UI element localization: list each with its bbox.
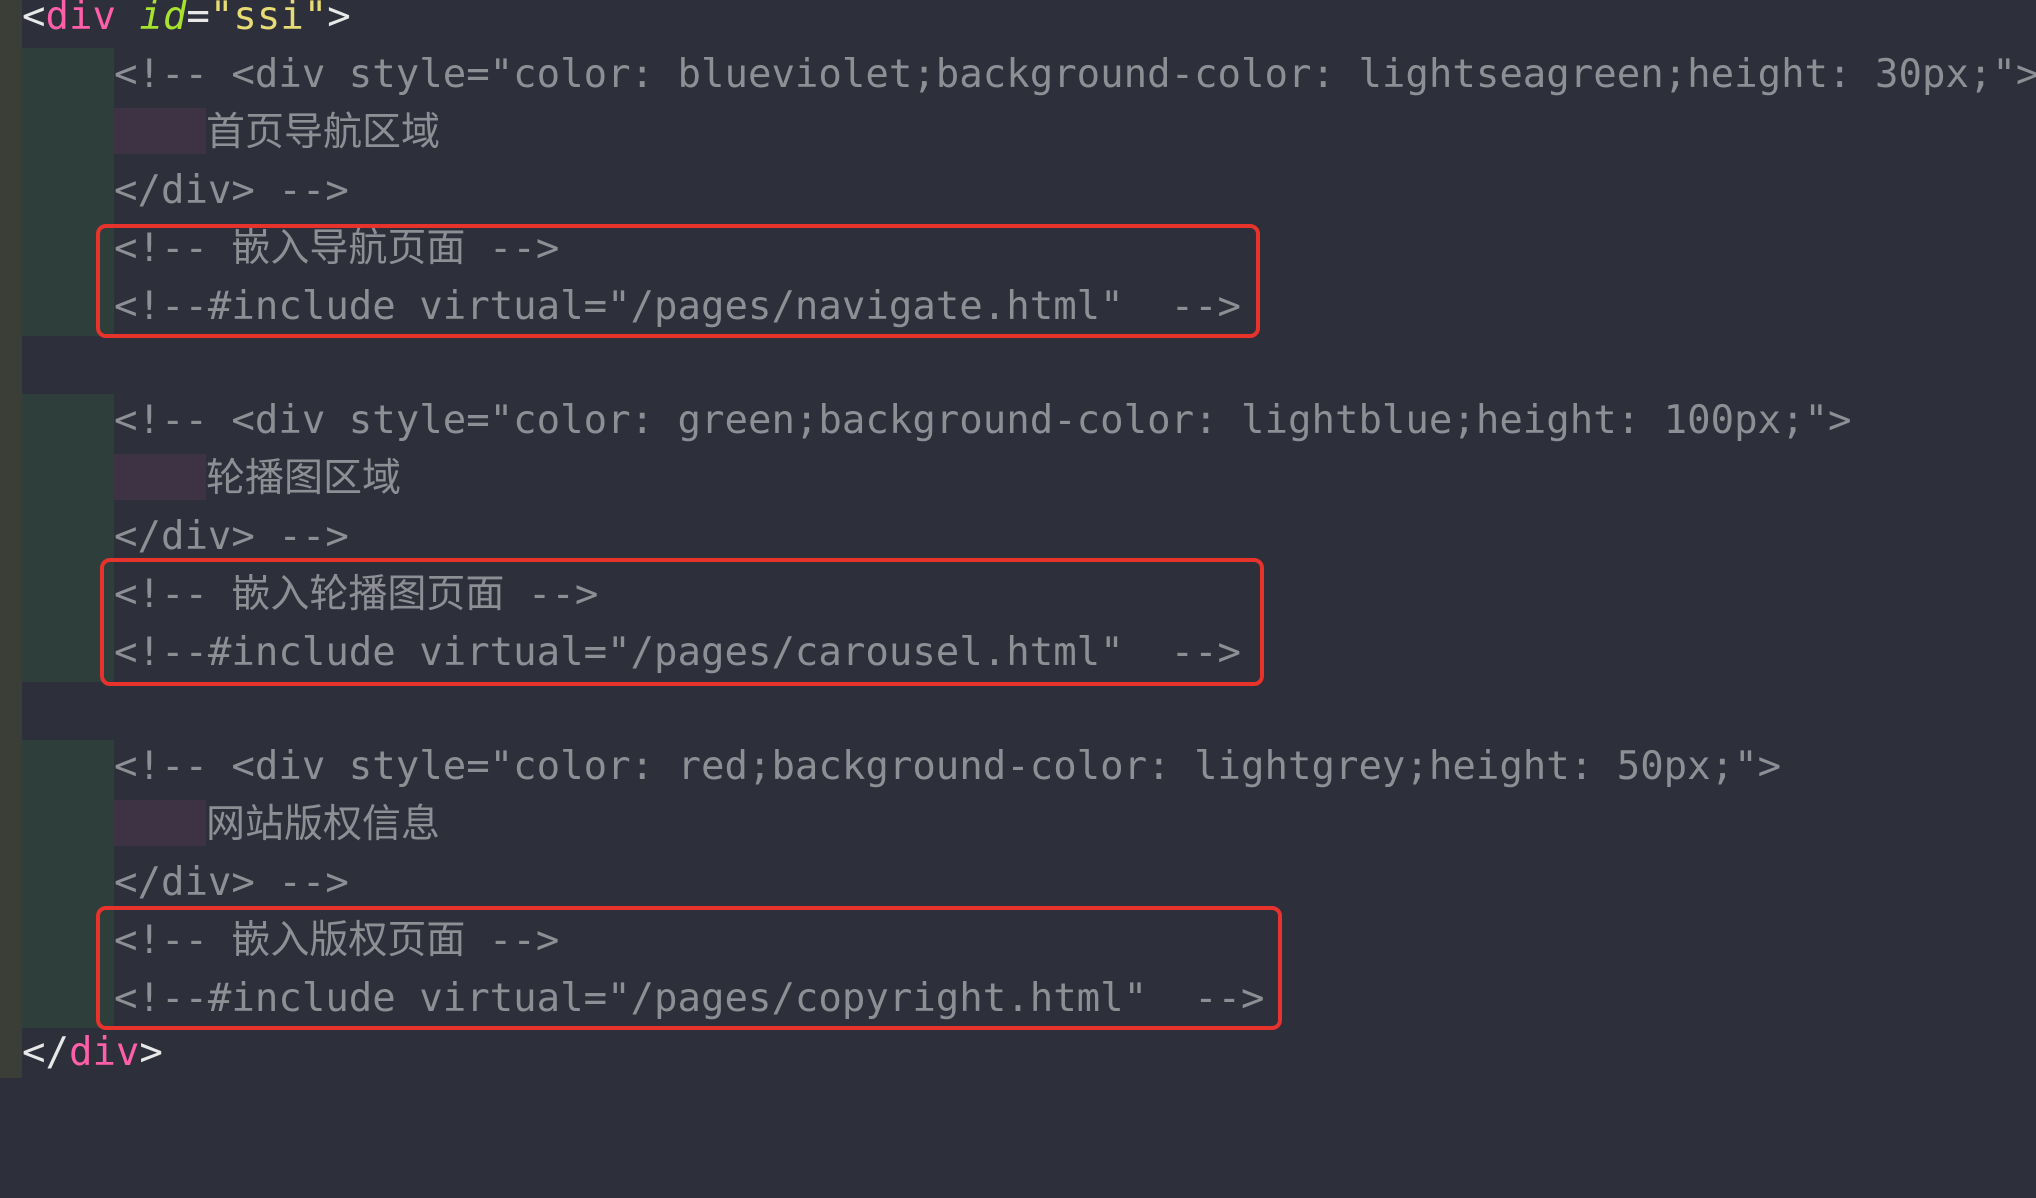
code-line[interactable]: <!-- <div style="color: green;background…	[0, 392, 1852, 450]
comment-text: 轮播图区域	[206, 456, 402, 501]
indent-highlight	[114, 454, 206, 500]
code-line[interactable]: <!-- 嵌入轮播图页面 -->	[0, 566, 598, 624]
code-line[interactable]: <!--#include virtual="/pages/carousel.ht…	[0, 624, 1241, 682]
code-line-open-div[interactable]: <div id="ssi">	[0, 0, 351, 46]
tag-bracket: </	[22, 1030, 69, 1075]
code-line[interactable]: <!-- <div style="color: blueviolet;backg…	[0, 46, 2036, 104]
code-line[interactable]: 网站版权信息	[0, 796, 440, 854]
code-line[interactable]: <!-- 嵌入版权页面 -->	[0, 912, 559, 970]
comment-text: </div> -->	[114, 168, 349, 213]
code-line[interactable]: </div> -->	[0, 854, 349, 912]
code-line-close-div[interactable]: </div>	[0, 1024, 163, 1082]
code-line[interactable]: 轮播图区域	[0, 450, 401, 508]
tag-name: div	[45, 0, 116, 39]
code-line[interactable]: </div> -->	[0, 162, 349, 220]
comment-text: 网站版权信息	[206, 802, 441, 847]
highlight-box-carousel	[100, 558, 1264, 686]
indent-highlight	[114, 108, 206, 154]
tag-name: div	[68, 1030, 140, 1075]
indent-highlight	[114, 800, 206, 846]
code-editor[interactable]: <div id="ssi"> <!-- <div style="color: b…	[0, 0, 2036, 1078]
attr-value: "ssi"	[209, 0, 328, 39]
code-line[interactable]: <!-- 嵌入导航页面 -->	[0, 220, 559, 278]
comment-text: <!-- <div style="color: green;background…	[114, 398, 1852, 443]
attr-equals: =	[186, 0, 210, 39]
tag-bracket: >	[139, 1030, 163, 1075]
code-line[interactable]: 首页导航区域	[0, 104, 440, 162]
tag-bracket: >	[327, 0, 351, 39]
comment-text: </div> -->	[114, 860, 349, 905]
tag-bracket: <	[22, 0, 46, 39]
code-line[interactable]: <!--#include virtual="/pages/copyright.h…	[0, 970, 1265, 1028]
attr-name: id	[139, 0, 187, 39]
code-line[interactable]: </div> -->	[0, 508, 349, 566]
highlight-box-navigate	[96, 224, 1260, 338]
code-line[interactable]: <!-- <div style="color: red;background-c…	[0, 738, 1781, 796]
highlight-box-copyright	[96, 906, 1282, 1030]
code-line[interactable]: <!--#include virtual="/pages/navigate.ht…	[0, 278, 1241, 336]
comment-text: <!-- <div style="color: red;background-c…	[114, 744, 1782, 789]
comment-text: <!-- <div style="color: blueviolet;backg…	[114, 52, 2036, 97]
comment-text: 首页导航区域	[206, 110, 441, 155]
